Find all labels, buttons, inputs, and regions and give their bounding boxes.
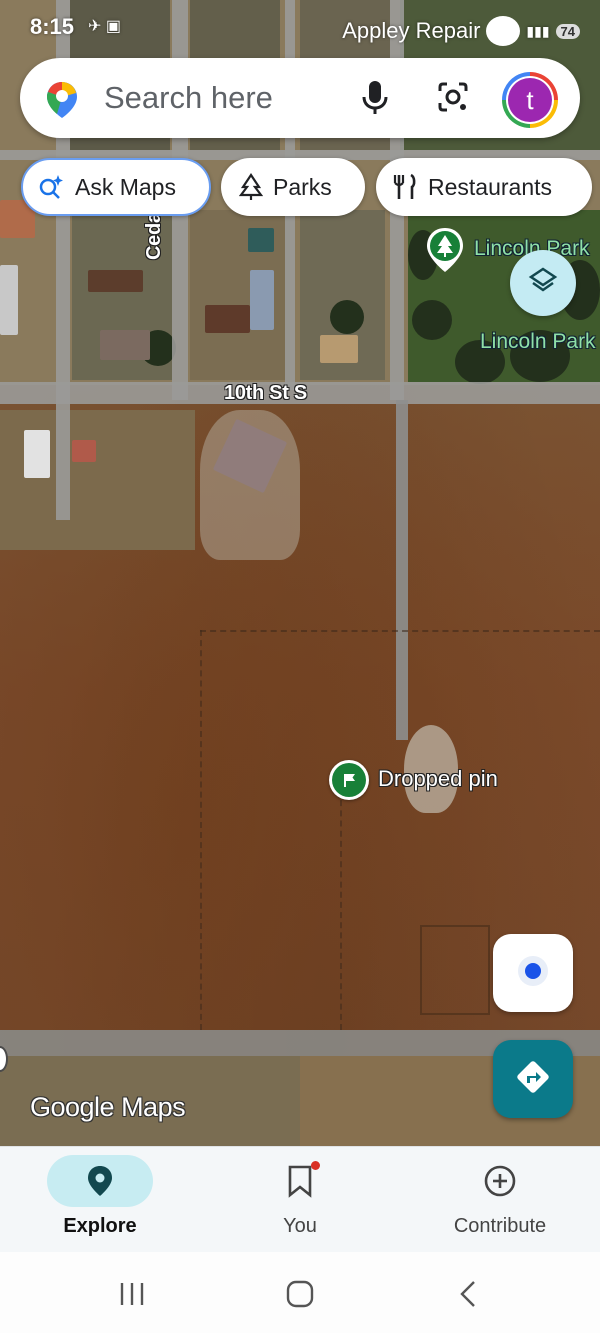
tab-explore-label: Explore [63, 1215, 137, 1237]
dropped-pin-icon[interactable] [329, 760, 369, 800]
tab-you[interactable]: You [200, 1147, 400, 1253]
tab-you-label: You [283, 1215, 317, 1237]
status-time: 8:15 [30, 14, 75, 39]
notification-text: Appley Repair [342, 18, 481, 43]
directions-button[interactable] [493, 1040, 573, 1118]
mic-icon[interactable] [358, 78, 392, 123]
back-button[interactable] [438, 1274, 498, 1314]
my-location-icon [513, 951, 553, 996]
status-bar: 8:15 ✈ ▣ Appley Repair ▮▮▮ 74 [0, 0, 600, 56]
chip-parks-label: Parks [273, 173, 332, 200]
battery-indicator: 74 [555, 23, 580, 39]
search-bar[interactable]: Search here t [20, 58, 580, 138]
bookmark-icon [247, 1155, 353, 1207]
system-nav-bar [0, 1252, 600, 1333]
park-pin-icon[interactable] [425, 226, 465, 279]
tab-contribute[interactable]: Contribute [400, 1147, 600, 1253]
chip-restaurants[interactable]: Restaurants [376, 158, 592, 216]
dropped-pin-label[interactable]: Dropped pin [378, 766, 498, 792]
recent-apps-button[interactable] [102, 1274, 162, 1314]
avatar-letter: t [508, 78, 552, 122]
fork-knife-icon [392, 173, 418, 201]
home-button[interactable] [270, 1274, 330, 1314]
tree-icon [239, 173, 263, 201]
lens-camera-icon[interactable] [436, 80, 470, 119]
google-maps-pin-icon [44, 80, 80, 125]
tab-explore[interactable]: Explore [0, 1147, 200, 1253]
sparkle-search-icon [37, 173, 65, 201]
directions-icon [513, 1057, 553, 1102]
screen: Cedar Av 10th St S Lincoln Park Lincoln … [0, 0, 600, 1333]
eye-notification-icon [486, 16, 521, 46]
chip-ask-maps-label: Ask Maps [75, 173, 176, 200]
chip-parks[interactable]: Parks [221, 158, 365, 216]
street-label-10th: 10th St S [224, 382, 307, 404]
bottom-nav: Explore You Contribute [0, 1146, 600, 1252]
chip-restaurants-label: Restaurants [428, 173, 553, 200]
status-right: Appley Repair ▮▮▮ 74 [342, 16, 580, 46]
layers-button[interactable] [510, 250, 576, 316]
signal-icon: ▮▮▮ [526, 22, 550, 39]
search-input[interactable]: Search here [104, 80, 273, 116]
notification-dot [311, 1161, 320, 1170]
avatar[interactable]: t [502, 72, 558, 128]
chip-ask-maps[interactable]: Ask Maps [21, 158, 211, 216]
my-location-button[interactable] [493, 934, 573, 1012]
notification-icons: ✈ ▣ [88, 18, 121, 35]
add-circle-icon [447, 1155, 553, 1207]
park-label-bottom[interactable]: Lincoln Park [480, 330, 596, 354]
tab-contribute-label: Contribute [453, 1215, 547, 1237]
explore-pin-icon [47, 1155, 153, 1207]
layers-icon [527, 265, 559, 302]
google-maps-watermark: Google Maps [30, 1092, 186, 1122]
